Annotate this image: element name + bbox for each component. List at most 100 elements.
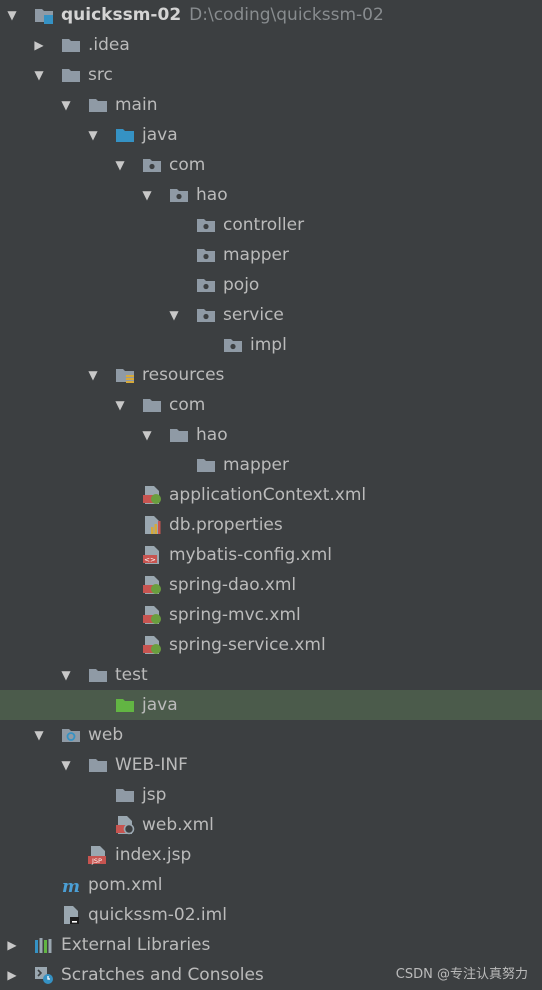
tree-item-label: controller [223, 215, 305, 235]
tree-row-db-properties[interactable]: db.properties [0, 510, 542, 540]
tree-item-label: jsp [142, 785, 167, 805]
project-name-text: quickssm-02 [61, 5, 182, 25]
libraries-icon [34, 935, 54, 955]
chevron-right-icon[interactable]: ▶ [4, 960, 20, 990]
project-tree: ▼ quickssm-02 D:\coding\quickssm-02 ▶ .id… [0, 0, 542, 990]
folder-icon [61, 35, 81, 55]
chevron-down-icon[interactable]: ▼ [4, 0, 20, 30]
maven-icon: m [61, 875, 81, 895]
chevron-down-icon[interactable]: ▼ [58, 660, 74, 690]
tree-item-label: resources [142, 365, 225, 385]
tree-row-package-controller[interactable]: controller [0, 210, 542, 240]
package-icon [196, 215, 216, 235]
tree-item-label: index.jsp [115, 845, 192, 865]
tree-row-package-mapper[interactable]: mapper [0, 240, 542, 270]
tree-row-external-libraries[interactable]: ▶ External Libraries [0, 930, 542, 960]
project-name: quickssm-02 D:\coding\quickssm-02 [61, 0, 384, 30]
folder-icon [115, 785, 135, 805]
tree-row-index-jsp[interactable]: JSP index.jsp [0, 840, 542, 870]
chevron-down-icon[interactable]: ▼ [166, 300, 182, 330]
tree-row-mybatis-config-xml[interactable]: <> mybatis-config.xml [0, 540, 542, 570]
tree-row-main[interactable]: ▼ main [0, 90, 542, 120]
tree-row-idea[interactable]: ▶ .idea [0, 30, 542, 60]
resources-root-folder-icon [115, 365, 135, 385]
tree-row-res-com[interactable]: ▼ com [0, 390, 542, 420]
tree-item-label: applicationContext.xml [169, 485, 367, 505]
tree-row-web-xml[interactable]: web.xml [0, 810, 542, 840]
tree-item-label: spring-service.xml [169, 635, 326, 655]
tree-row-res-hao[interactable]: ▼ hao [0, 420, 542, 450]
folder-icon [169, 425, 189, 445]
tree-row-package-pojo[interactable]: pojo [0, 270, 542, 300]
tree-item-label: WEB-INF [115, 755, 188, 775]
xml-file-icon: <> [142, 545, 162, 565]
jsp-file-icon: JSP [88, 845, 108, 865]
tree-item-label: com [169, 155, 206, 175]
test-root-folder-icon [115, 695, 135, 715]
tree-item-label: java [142, 695, 178, 715]
chevron-right-icon[interactable]: ▶ [31, 30, 47, 60]
tree-row-package-com[interactable]: ▼ com [0, 150, 542, 180]
package-icon [196, 275, 216, 295]
tree-item-label: test [115, 665, 148, 685]
tree-row-res-mapper[interactable]: mapper [0, 450, 542, 480]
tree-row-applicationcontext-xml[interactable]: applicationContext.xml [0, 480, 542, 510]
tree-item-label: mybatis-config.xml [169, 545, 332, 565]
chevron-down-icon[interactable]: ▼ [112, 390, 128, 420]
spring-xml-icon [142, 575, 162, 595]
chevron-down-icon[interactable]: ▼ [31, 60, 47, 90]
tree-row-iml-file[interactable]: quickssm-02.iml [0, 900, 542, 930]
tree-item-label: db.properties [169, 515, 283, 535]
chevron-down-icon[interactable]: ▼ [31, 720, 47, 750]
chevron-right-icon[interactable]: ▶ [4, 930, 20, 960]
tree-row-java-test-selected[interactable]: java [0, 690, 542, 720]
svg-text:m: m [62, 877, 80, 895]
tree-item-label: pom.xml [88, 875, 163, 895]
tree-item-label: hao [196, 185, 228, 205]
tree-item-label: src [88, 65, 113, 85]
package-icon [196, 305, 216, 325]
web-xml-icon [115, 815, 135, 835]
scratches-icon [34, 965, 54, 985]
chevron-down-icon[interactable]: ▼ [85, 360, 101, 390]
chevron-down-icon[interactable]: ▼ [139, 420, 155, 450]
folder-icon [88, 665, 108, 685]
tree-row-java-source[interactable]: ▼ java [0, 120, 542, 150]
tree-item-label: main [115, 95, 158, 115]
tree-row-jsp-folder[interactable]: jsp [0, 780, 542, 810]
tree-item-label: java [142, 125, 178, 145]
tree-row-test[interactable]: ▼ test [0, 660, 542, 690]
tree-item-label: mapper [223, 455, 290, 475]
tree-item-label: impl [250, 335, 287, 355]
tree-item-label: spring-mvc.xml [169, 605, 301, 625]
tree-item-label: Scratches and Consoles [61, 965, 264, 985]
tree-row-package-service[interactable]: ▼ service [0, 300, 542, 330]
package-icon [223, 335, 243, 355]
tree-row-spring-mvc-xml[interactable]: spring-mvc.xml [0, 600, 542, 630]
tree-item-label: web [88, 725, 124, 745]
web-folder-icon [61, 725, 81, 745]
chevron-down-icon[interactable]: ▼ [85, 120, 101, 150]
svg-text:<>: <> [144, 556, 156, 564]
tree-row-web-inf[interactable]: ▼ WEB-INF [0, 750, 542, 780]
tree-row-src[interactable]: ▼ src [0, 60, 542, 90]
chevron-down-icon[interactable]: ▼ [58, 90, 74, 120]
tree-row-project-root[interactable]: ▼ quickssm-02 D:\coding\quickssm-02 [0, 0, 542, 30]
tree-row-resources[interactable]: ▼ resources [0, 360, 542, 390]
tree-row-package-impl[interactable]: impl [0, 330, 542, 360]
tree-row-spring-dao-xml[interactable]: spring-dao.xml [0, 570, 542, 600]
chevron-down-icon[interactable]: ▼ [112, 150, 128, 180]
folder-icon [196, 455, 216, 475]
tree-row-pom-xml[interactable]: m pom.xml [0, 870, 542, 900]
chevron-down-icon[interactable]: ▼ [58, 750, 74, 780]
tree-item-label: .idea [88, 35, 130, 55]
tree-item-label: hao [196, 425, 228, 445]
folder-icon [61, 65, 81, 85]
tree-item-label: web.xml [142, 815, 214, 835]
chevron-down-icon[interactable]: ▼ [139, 180, 155, 210]
tree-row-spring-service-xml[interactable]: spring-service.xml [0, 630, 542, 660]
tree-item-label: com [169, 395, 206, 415]
tree-row-package-hao[interactable]: ▼ hao [0, 180, 542, 210]
tree-row-web[interactable]: ▼ web [0, 720, 542, 750]
folder-icon [88, 755, 108, 775]
